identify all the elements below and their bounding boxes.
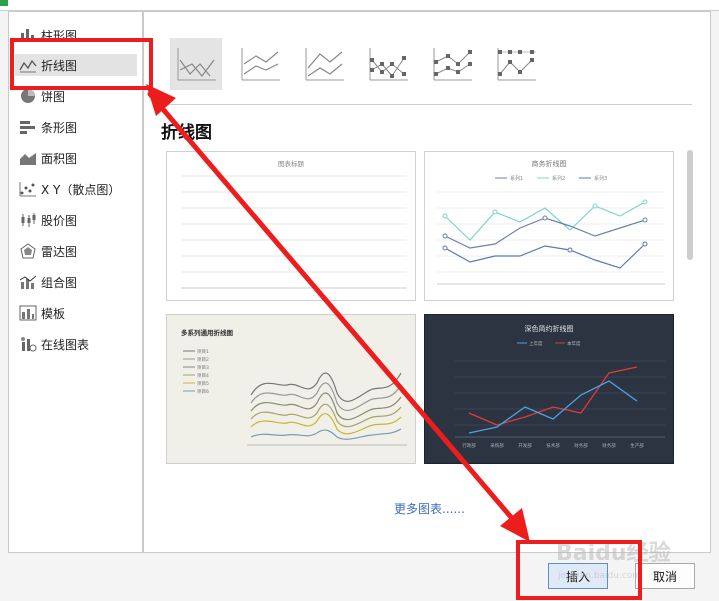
sidebar-item-label: 雷达图 — [41, 244, 78, 259]
combo-chart-icon — [19, 275, 37, 289]
category-label: 财务部 — [574, 442, 588, 449]
category-label: 开发部 — [518, 442, 532, 449]
legend-label: 项目3 — [197, 365, 209, 371]
sidebar-item-label: 面积图 — [41, 151, 78, 166]
more-charts-link[interactable]: 更多图表...... — [394, 500, 465, 517]
category-label: 生产部 — [630, 442, 644, 449]
highlight-box-insert — [516, 540, 642, 600]
legend-label: 项目2 — [197, 357, 209, 363]
category-label: 采购部 — [490, 442, 504, 449]
subtype-stacked-line[interactable] — [234, 38, 286, 90]
area-chart-icon — [20, 153, 36, 165]
template-preview: 商务折线图 系列1 系列2 系列3 — [437, 159, 665, 285]
template-card-multi-series[interactable]: 多系列通用折线图 项目1 项目2 项目3 项目4 项目5 项目6 — [166, 314, 416, 464]
pie-chart-icon — [21, 89, 35, 103]
sidebar-item-radar-chart[interactable]: 雷达图 — [15, 240, 137, 262]
sidebar-item-template[interactable]: 模板 — [15, 302, 137, 324]
section-title: 折线图 — [161, 123, 212, 143]
sidebar-item-online-chart[interactable]: 在线图表 — [15, 333, 137, 355]
category-label: 技术部 — [546, 442, 560, 449]
template-title: 商务折线图 — [532, 159, 567, 168]
category-label: 财务部 — [602, 442, 616, 449]
legend-label: 系列3 — [594, 175, 607, 182]
template-title: 深色简约折线图 — [525, 324, 574, 333]
chart-type-sidebar: 柱形图 折线图 饼图 条形图 面积图 X Y（散点图） 股价图 雷达图 组合图 … — [8, 11, 143, 553]
line-markers-subtype-icon — [369, 48, 408, 81]
subtype-line[interactable] — [170, 38, 222, 90]
sidebar-item-combo-chart[interactable]: 组合图 — [15, 271, 137, 293]
stacked-line-markers-subtype-icon — [433, 48, 472, 81]
sidebar-item-label: 在线图表 — [41, 337, 90, 352]
template-card-dark-simple[interactable]: 深色简约折线图 上年度 本年度 行政部 采购部 开发部 技术部 财务部 财务部 … — [424, 314, 674, 464]
highlight-box-line-chart — [10, 38, 153, 90]
legend-label: 项目6 — [197, 389, 209, 395]
subtype-percent-line-markers[interactable] — [490, 38, 542, 90]
legend-label: 上年度 — [529, 340, 543, 347]
sidebar-item-label: 组合图 — [41, 275, 78, 290]
divider — [162, 104, 692, 105]
template-preview: 深色简约折线图 上年度 本年度 行政部 采购部 开发部 技术部 财务部 财务部 … — [455, 324, 665, 449]
horizontal-bar-chart-icon — [20, 121, 35, 134]
category-label: 行政部 — [462, 442, 476, 449]
line-subtype-icon — [177, 48, 216, 81]
template-card-blank[interactable]: 图表标题 — [166, 151, 416, 301]
radar-chart-icon — [20, 243, 36, 259]
sidebar-item-scatter-chart[interactable]: X Y（散点图） — [15, 178, 137, 200]
app-icon — [0, 0, 8, 6]
stacked-line-subtype-icon — [241, 48, 280, 81]
percent-line-markers-subtype-icon — [497, 48, 536, 81]
subtype-percent-line[interactable] — [298, 38, 350, 90]
stock-chart-icon — [21, 213, 36, 227]
template-card-business-line[interactable]: 商务折线图 系列1 系列2 系列3 — [424, 151, 674, 301]
online-chart-icon — [21, 337, 37, 352]
template-scrollbar[interactable] — [687, 150, 693, 260]
legend-label: 本年度 — [567, 340, 581, 347]
sidebar-item-label: 模板 — [41, 306, 66, 321]
template-preview: 多系列通用折线图 项目1 项目2 项目3 项目4 项目5 项目6 — [181, 328, 407, 446]
sidebar-item-label: X Y（散点图） — [41, 182, 121, 197]
legend-label: 系列1 — [510, 175, 523, 182]
sidebar-item-label: 条形图 — [41, 120, 78, 135]
sidebar-item-bar-chart[interactable]: 条形图 — [15, 116, 137, 138]
template-title: 多系列通用折线图 — [181, 328, 234, 337]
chart-preview-panel: 折线图 图表标题 商务折线图 系列1 系列2 系列3 多系列通用折线图 项目1 … — [143, 11, 711, 553]
dialog-title-bar — [0, 0, 719, 11]
template-icon — [19, 305, 37, 321]
sidebar-item-stock-chart[interactable]: 股价图 — [15, 209, 137, 231]
subtype-stacked-line-markers[interactable] — [426, 38, 478, 90]
legend-label: 项目1 — [197, 349, 209, 355]
template-title: 图表标题 — [278, 159, 305, 168]
template-preview: 图表标题 — [181, 159, 407, 289]
sidebar-item-area-chart[interactable]: 面积图 — [15, 147, 137, 169]
sidebar-item-label: 股价图 — [41, 213, 78, 228]
percent-line-subtype-icon — [305, 48, 344, 81]
legend-label: 项目5 — [197, 381, 209, 387]
legend-label: 系列2 — [552, 175, 565, 182]
legend-label: 项目4 — [197, 373, 209, 379]
sidebar-item-label: 饼图 — [41, 89, 66, 104]
insert-chart-dialog: 柱形图 折线图 饼图 条形图 面积图 X Y（散点图） 股价图 雷达图 组合图 … — [0, 0, 719, 601]
subtype-line-markers[interactable] — [362, 38, 414, 90]
scatter-chart-icon — [19, 182, 36, 197]
